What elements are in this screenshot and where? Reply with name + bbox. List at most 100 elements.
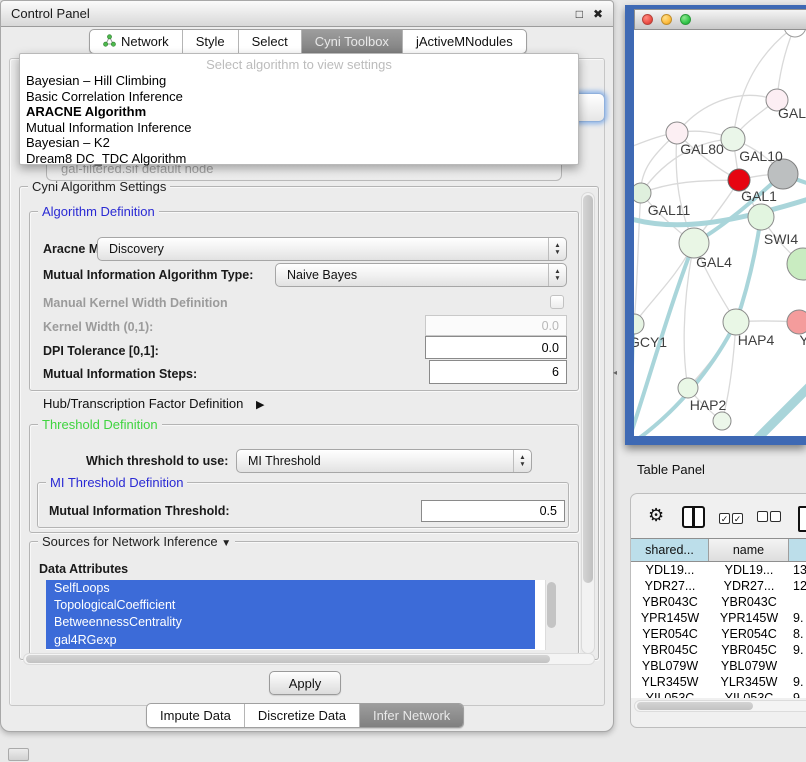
network-node[interactable] [634, 314, 644, 334]
table-panel: ⚙ ✓✓ shared...name YDL19...YDL19...13YDR2… [630, 493, 806, 728]
zoom-window-icon[interactable] [680, 14, 691, 25]
table-row[interactable]: YBR045CYBR045C9. [631, 642, 806, 658]
network-node[interactable] [678, 378, 698, 398]
kernel-width-label: Kernel Width (0,1): [43, 320, 153, 334]
dropdown-item-basic-correlation-inference[interactable]: Basic Correlation Inference [20, 89, 578, 105]
column-header-name[interactable]: name [709, 539, 789, 561]
network-node[interactable] [784, 30, 806, 37]
manual-kernel-checkbox [550, 295, 564, 309]
checked-pair-icon[interactable]: ✓✓ [719, 509, 745, 527]
mi-threshold-field[interactable]: 0.5 [421, 500, 565, 522]
table-cell: YLR345W [709, 675, 789, 689]
kernel-width-field: 0.0 [425, 315, 567, 336]
tab-network[interactable]: Network [90, 30, 182, 53]
cyni-settings-title: Cyni Algorithm Settings [28, 179, 170, 194]
settings-hscrollbar[interactable] [23, 653, 595, 665]
column-header-extra[interactable] [789, 539, 806, 561]
table-row[interactable]: YDL19...YDL19...13 [631, 562, 806, 578]
cyni-bottom-tabbar: Impute DataDiscretize DataInfer Network [146, 703, 464, 728]
gear-icon[interactable]: ⚙ [648, 506, 664, 524]
file-icon[interactable] [798, 506, 806, 532]
panel-splitter-handle[interactable]: ◂ [613, 368, 617, 377]
table-row[interactable]: YBR043CYBR043C [631, 594, 806, 610]
network-edge [634, 193, 641, 324]
attribute-item-gal4rgexp[interactable]: gal4RGexp [46, 632, 535, 649]
attribute-list-scrollbar[interactable] [545, 580, 558, 650]
settings-scrollbar[interactable] [581, 192, 595, 654]
collapsed-panel-grip[interactable] [8, 748, 29, 761]
table-hscrollbar-thumb[interactable] [637, 702, 753, 710]
node-label-gal10: GAL10 [739, 148, 783, 164]
data-attributes-label: Data Attributes [39, 562, 128, 576]
dropdown-item-bayesian-k2[interactable]: Bayesian – K2 [20, 135, 578, 151]
settings-hscrollbar-thumb[interactable] [26, 655, 550, 663]
table-cell: YDR27... [709, 579, 789, 593]
table-row[interactable]: YBL079WYBL079W [631, 658, 806, 674]
table-row[interactable]: YLR345WYLR345W9. [631, 674, 806, 690]
network-icon [103, 34, 116, 50]
tab-infer-network[interactable]: Infer Network [359, 704, 463, 727]
network-node[interactable] [713, 412, 731, 430]
table-hscrollbar[interactable] [634, 700, 806, 712]
unchecked-pair-icon[interactable] [757, 509, 783, 527]
network-node[interactable] [634, 183, 651, 203]
hub-definition-expander[interactable]: Hub/Transcription Factor Definition ▶ [43, 396, 264, 411]
dropdown-item-dream8-dc-tdc-algorithm[interactable]: Dream8 DC_TDC Algorithm [20, 151, 578, 167]
tab-discretize-data[interactable]: Discretize Data [244, 704, 359, 727]
node-label-gal1: GAL1 [741, 188, 777, 204]
settings-scrollbar-thumb[interactable] [583, 195, 593, 583]
mi-type-combo[interactable]: Naive Bayes ▲▼ [275, 263, 567, 287]
tab-impute-data[interactable]: Impute Data [147, 704, 244, 727]
node-label-swi4: SWI4 [764, 231, 798, 247]
control-panel-title: Control Panel [11, 6, 90, 21]
table-cell: YBL079W [631, 659, 709, 673]
split-columns-icon[interactable] [682, 506, 705, 528]
close-panel-icon[interactable]: ✖ [593, 8, 603, 20]
attribute-item-selfloops[interactable]: SelfLoops [46, 580, 535, 597]
attribute-list-scrollbar-thumb[interactable] [547, 582, 556, 628]
table-cell: YIL053C [709, 691, 789, 698]
column-header-shared[interactable]: shared... [631, 539, 709, 561]
table-cell: YER054C [631, 627, 709, 641]
tab-select[interactable]: Select [238, 30, 301, 53]
network-node[interactable] [748, 204, 774, 230]
table-row[interactable]: YDR27...YDR27...12 [631, 578, 806, 594]
network-node[interactable] [787, 310, 806, 334]
attribute-item-betweennesscentrality[interactable]: BetweennessCentrality [46, 614, 535, 631]
attribute-item-topologicalcoefficient[interactable]: TopologicalCoefficient [46, 597, 535, 614]
table-cell: YBR045C [631, 643, 709, 657]
close-window-icon[interactable] [642, 14, 653, 25]
dropdown-item-aracne-algorithm[interactable]: ARACNE Algorithm [20, 104, 578, 120]
control-panel-titlebar: Control Panel □ ✖ [1, 1, 613, 27]
tab-jactivemnodules[interactable]: jActiveMNodules [402, 30, 526, 53]
tab-label: jActiveMNodules [416, 34, 513, 49]
dropdown-placeholder: Select algorithm to view settings [20, 56, 578, 73]
network-window-titlebar[interactable] [634, 9, 806, 30]
float-window-icon[interactable]: □ [576, 8, 583, 20]
dropdown-item-mutual-information-inference[interactable]: Mutual Information Inference [20, 120, 578, 136]
apply-button[interactable]: Apply [269, 671, 341, 695]
table-cell: YBL079W [709, 659, 789, 673]
dpi-tolerance-field[interactable]: 0.0 [425, 336, 567, 359]
dpi-tolerance-value: 0.0 [542, 341, 559, 355]
sources-title[interactable]: Sources for Network Inference ▼ [38, 534, 235, 549]
table-row[interactable]: YER054CYER054C8. [631, 626, 806, 642]
tab-style[interactable]: Style [182, 30, 238, 53]
minimize-window-icon[interactable] [661, 14, 672, 25]
stepper-arrows-icon: ▲▼ [548, 238, 566, 260]
network-edge [733, 30, 795, 139]
dropdown-item-bayesian-hill-climbing[interactable]: Bayesian – Hill Climbing [20, 73, 578, 89]
table-row[interactable]: YIL053CYIL053C9 [631, 690, 806, 698]
table-row[interactable]: YPR145WYPR145W9. [631, 610, 806, 626]
table-cell: YLR345W [631, 675, 709, 689]
tab-cyni-toolbox[interactable]: Cyni Toolbox [301, 30, 402, 53]
mi-steps-field[interactable]: 6 [429, 360, 567, 384]
table-cell: 8. [789, 627, 806, 641]
table-cell: YIL053C [631, 691, 709, 698]
table-body: YDL19...YDL19...13YDR27...YDR27...12YBR0… [631, 562, 806, 698]
aracne-mode-combo[interactable]: Discovery ▲▼ [97, 237, 567, 261]
network-canvas[interactable]: GALGAL80GAL10GAL1GAL11SWI4GAL4GCY1HAP4YH… [634, 30, 806, 436]
which-threshold-combo[interactable]: MI Threshold ▲▼ [236, 449, 532, 473]
manual-kernel-label: Manual Kernel Width Definition [43, 296, 228, 310]
control-panel-window: Control Panel □ ✖ NetworkStyleSelectCyni… [0, 0, 614, 732]
